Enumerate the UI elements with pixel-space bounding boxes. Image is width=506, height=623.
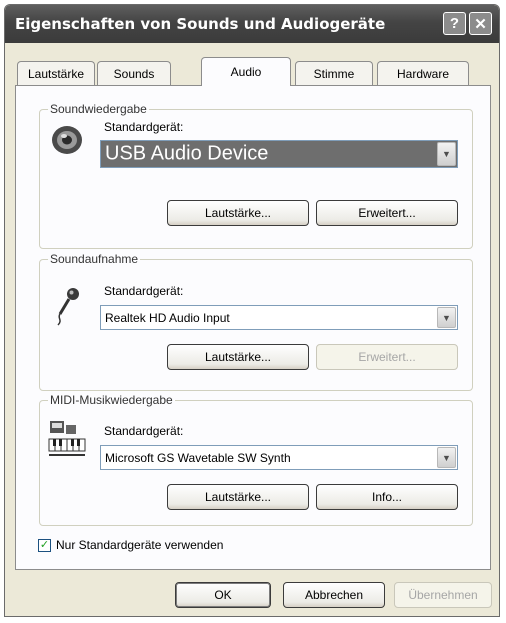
tab-stimme[interactable]: Stimme: [295, 61, 373, 85]
cancel-button[interactable]: Abbrechen: [283, 582, 385, 608]
recording-group: Soundaufnahme Standardgerät: Realtek HD …: [39, 252, 473, 391]
chevron-down-icon[interactable]: ▼: [437, 447, 456, 468]
recording-device-label: Standardgerät:: [104, 284, 184, 298]
dialog-window: Eigenschaften von Sounds und Audiogeräte…: [4, 4, 500, 617]
close-button[interactable]: ✕: [469, 12, 492, 35]
midi-device-label: Standardgerät:: [104, 424, 184, 438]
midi-device-value: Microsoft GS Wavetable SW Synth: [105, 450, 291, 465]
tab-hardware[interactable]: Hardware: [377, 61, 469, 85]
tab-sounds[interactable]: Sounds: [97, 61, 171, 85]
recording-legend: Soundaufnahme: [48, 252, 141, 266]
playback-group: Soundwiedergabe Standardgerät: USB Audio…: [39, 102, 473, 249]
midi-keyboard-icon: [48, 421, 86, 456]
title-bar[interactable]: Eigenschaften von Sounds und Audiogeräte…: [5, 5, 499, 43]
window-title: Eigenschaften von Sounds und Audiogeräte: [15, 15, 386, 33]
default-only-checkbox[interactable]: ✓: [38, 539, 51, 552]
microphone-icon: [57, 288, 79, 326]
midi-group: MIDI-Musikwiedergabe Standardgerät: Micr…: [39, 393, 473, 526]
recording-device-select[interactable]: Realtek HD Audio Input ▼: [100, 305, 458, 330]
default-only-label[interactable]: Nur Standardgeräte verwenden: [56, 538, 223, 552]
playback-device-value: USB Audio Device: [105, 142, 269, 165]
playback-device-label: Standardgerät:: [104, 120, 184, 134]
playback-volume-button[interactable]: Lautstärke...: [167, 200, 309, 226]
recording-volume-button[interactable]: Lautstärke...: [167, 344, 309, 370]
recording-device-value: Realtek HD Audio Input: [105, 310, 230, 325]
apply-button[interactable]: Übernehmen: [394, 582, 492, 608]
midi-volume-button[interactable]: Lautstärke...: [167, 484, 309, 510]
ok-button[interactable]: OK: [175, 582, 271, 608]
playback-legend: Soundwiedergabe: [48, 102, 149, 116]
recording-advanced-button[interactable]: Erweitert...: [316, 344, 458, 370]
midi-device-select[interactable]: Microsoft GS Wavetable SW Synth ▼: [100, 445, 458, 470]
audio-tab-panel: Soundwiedergabe Standardgerät: USB Audio…: [15, 85, 491, 570]
playback-advanced-button[interactable]: Erweitert...: [316, 200, 458, 226]
midi-info-button[interactable]: Info...: [316, 484, 458, 510]
midi-legend: MIDI-Musikwiedergabe: [48, 393, 175, 407]
tab-audio[interactable]: Audio: [201, 57, 291, 86]
help-button[interactable]: ?: [443, 12, 466, 35]
speaker-icon: [52, 126, 82, 154]
chevron-down-icon[interactable]: ▼: [437, 307, 456, 328]
tab-lautstaerke[interactable]: Lautstärke: [17, 61, 95, 85]
playback-device-select[interactable]: USB Audio Device ▼: [100, 140, 458, 168]
chevron-down-icon[interactable]: ▼: [437, 142, 456, 166]
